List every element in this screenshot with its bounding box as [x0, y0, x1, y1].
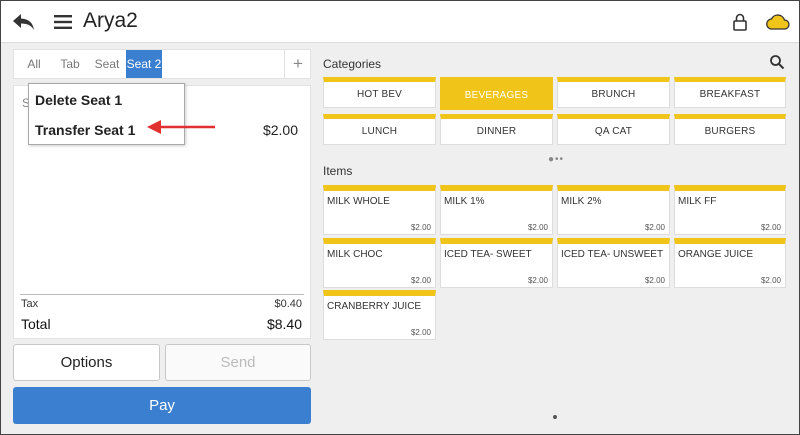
tab-all[interactable]: All	[22, 50, 46, 78]
tab-seat-1[interactable]: Seat 1	[90, 50, 124, 99]
item-name: ICED TEA- UNSWEET	[561, 249, 664, 260]
category-beverages[interactable]: BEVERAGES	[440, 77, 553, 110]
category-brunch[interactable]: BRUNCH	[557, 77, 670, 108]
header-bar: Arya2	[1, 1, 799, 43]
total-label: Total	[21, 316, 51, 332]
category-dinner[interactable]: DINNER	[440, 114, 553, 145]
tab-seat-2[interactable]: Seat 2	[126, 50, 162, 78]
item-tile[interactable]: MILK FF $2.00	[674, 185, 786, 235]
totals-divider	[20, 294, 304, 295]
item-name: ICED TEA- SWEET	[444, 249, 532, 260]
category-breakfast[interactable]: BREAKFAST	[674, 77, 786, 108]
categories-heading: Categories	[323, 57, 382, 71]
item-price: $2.00	[410, 328, 431, 337]
category-lunch[interactable]: LUNCH	[323, 114, 436, 145]
menu-item-delete-seat[interactable]: Delete Seat 1	[35, 92, 122, 108]
add-seat-button[interactable]: +	[284, 50, 311, 78]
item-price: $2.00	[527, 223, 548, 232]
items-heading: Items	[323, 164, 353, 178]
options-button[interactable]: Options	[13, 344, 160, 381]
app-title: Arya2	[83, 9, 138, 32]
menu-item-transfer-seat[interactable]: Transfer Seat 1	[35, 122, 135, 138]
cloud-icon[interactable]	[765, 1, 791, 43]
pay-button[interactable]: Pay	[13, 387, 311, 424]
item-tile[interactable]: ICED TEA- UNSWEET $2.00	[557, 238, 670, 288]
item-tile[interactable]: MILK 1% $2.00	[440, 185, 553, 235]
total-value: $8.40	[266, 316, 302, 332]
item-tile[interactable]: CRANBERRY JUICE $2.00	[323, 290, 436, 340]
tax-value: $0.40	[274, 298, 302, 310]
item-price: $2.00	[527, 276, 548, 285]
item-name: MILK 2%	[561, 196, 602, 207]
item-name: MILK 1%	[444, 196, 485, 207]
send-button[interactable]: Send	[165, 344, 311, 381]
item-price: $2.00	[760, 223, 781, 232]
item-tile[interactable]: MILK WHOLE $2.00	[323, 185, 436, 235]
order-line-price: $2.00	[262, 122, 298, 138]
item-price: $2.00	[410, 276, 431, 285]
item-tile[interactable]: ICED TEA- SWEET $2.00	[440, 238, 553, 288]
back-arrow-icon[interactable]	[11, 1, 37, 43]
item-name: MILK WHOLE	[327, 196, 390, 207]
lock-icon[interactable]	[731, 1, 749, 43]
category-burgers[interactable]: BURGERS	[674, 114, 786, 145]
tab-tab[interactable]: Tab	[58, 50, 82, 78]
seat-tabs: All Tab Seat 1 Seat 2 +	[13, 49, 311, 99]
search-icon[interactable]	[769, 54, 785, 70]
item-name: CRANBERRY JUICE	[327, 301, 422, 312]
item-name: MILK CHOC	[327, 249, 383, 260]
tax-label: Tax	[21, 298, 39, 310]
items-page-dot	[553, 415, 557, 419]
category-page-dots: ●••	[548, 154, 565, 165]
item-tile[interactable]: MILK 2% $2.00	[557, 185, 670, 235]
category-qa-cat[interactable]: QA CAT	[557, 114, 670, 145]
item-price: $2.00	[644, 276, 665, 285]
pos-window: Arya2 All Tab Seat 1 Seat 2 + S $2.00 Ta…	[0, 0, 800, 435]
annotation-arrow-icon	[147, 120, 215, 134]
item-price: $2.00	[644, 223, 665, 232]
hamburger-menu-icon[interactable]	[53, 1, 73, 43]
item-tile[interactable]: MILK CHOC $2.00	[323, 238, 436, 288]
item-name: MILK FF	[678, 196, 717, 207]
item-price: $2.00	[760, 276, 781, 285]
item-name: ORANGE JUICE	[678, 249, 754, 260]
item-price: $2.00	[410, 223, 431, 232]
item-tile[interactable]: ORANGE JUICE $2.00	[674, 238, 786, 288]
category-hot-bev[interactable]: HOT BEV	[323, 77, 436, 108]
